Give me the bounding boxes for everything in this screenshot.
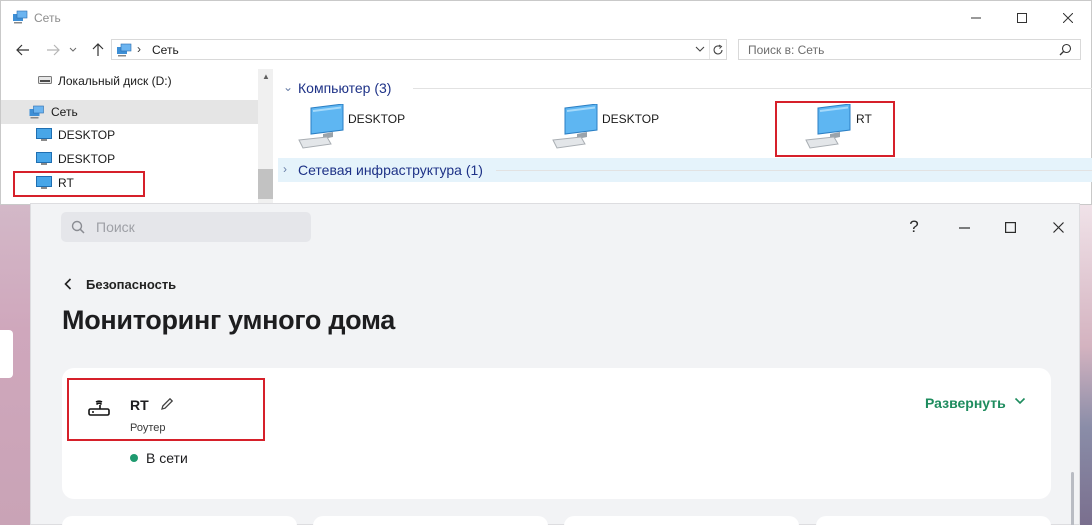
chevron-down-icon: ⌄ (283, 80, 294, 94)
scrollbar-thumb[interactable] (258, 169, 273, 199)
expand-label: Развернуть (925, 395, 1006, 411)
search-input[interactable]: Поиск (61, 212, 311, 242)
background-window-edge (0, 330, 13, 378)
group-header-infrastructure[interactable]: › Сетевая инфраструктура (1) (278, 158, 1092, 182)
group-header-computers[interactable]: ⌄ Компьютер (3) (278, 76, 1092, 100)
search-icon (1059, 43, 1072, 56)
computer-icon (552, 104, 598, 149)
close-icon (1063, 13, 1073, 23)
chevron-right-icon: › (283, 162, 287, 176)
scroll-up-icon[interactable]: ▲ (262, 72, 270, 81)
computer-icon (298, 104, 344, 149)
group-divider (413, 88, 1092, 89)
address-bar[interactable]: › Сеть (111, 39, 727, 60)
computer-icon (36, 152, 52, 165)
address-separator[interactable]: › (137, 42, 141, 56)
computer-item-desktop-2[interactable]: DESKTOP (551, 104, 671, 154)
help-button[interactable]: ? (899, 212, 929, 242)
chevron-down-icon (69, 47, 77, 52)
navigation-bar: › Сеть Поиск в: Сеть (1, 39, 1091, 61)
close-button[interactable] (1043, 212, 1073, 242)
tree-item-desktop-1[interactable]: DESKTOP (1, 123, 258, 147)
refresh-icon (713, 44, 723, 54)
address-path[interactable]: Сеть (152, 43, 179, 57)
computer-label: DESKTOP (348, 112, 406, 126)
group-label: Компьютер (3) (298, 80, 392, 96)
computer-item-desktop-1[interactable]: DESKTOP (297, 104, 417, 154)
network-icon (117, 43, 132, 57)
tree-item-desktop-2[interactable]: DESKTOP (1, 147, 258, 171)
security-app-window: Поиск ? Безопасность Мониторинг умного д… (30, 203, 1080, 525)
back-button[interactable] (11, 39, 35, 61)
group-divider (496, 170, 1092, 171)
feature-card[interactable] (313, 516, 548, 525)
drive-icon (38, 76, 52, 84)
network-icon (13, 10, 28, 24)
close-button[interactable] (1045, 1, 1091, 35)
app-scrollbar[interactable] (1071, 472, 1074, 525)
page-title: Мониторинг умного дома (62, 305, 396, 335)
maximize-icon (1017, 13, 1027, 23)
search-placeholder: Поиск (96, 219, 135, 235)
feature-card[interactable] (564, 516, 799, 525)
tree-item-label: DESKTOP (58, 152, 116, 166)
chevron-left-icon (64, 278, 72, 290)
minimize-icon (958, 226, 970, 229)
maximize-button[interactable] (999, 1, 1045, 35)
status-indicator (130, 454, 138, 462)
arrow-left-icon (16, 44, 29, 56)
minimize-button[interactable] (949, 212, 979, 242)
highlight-frame (775, 101, 895, 157)
minimize-icon (971, 17, 981, 19)
tree-scrollbar[interactable]: ▲ (258, 69, 273, 206)
arrow-right-icon (47, 44, 60, 56)
search-icon (71, 220, 85, 234)
tree-item-local-disk[interactable]: Локальный диск (D:) (1, 69, 258, 93)
computer-icon (36, 128, 52, 141)
explorer-titlebar[interactable]: Сеть (1, 1, 1091, 35)
breadcrumb-label[interactable]: Безопасность (86, 277, 176, 292)
minimize-button[interactable] (953, 1, 999, 35)
tree-item-network[interactable]: Сеть (1, 100, 258, 124)
refresh-button[interactable] (709, 40, 726, 59)
window-title: Сеть (34, 11, 61, 25)
desktop-background-right (1080, 200, 1092, 525)
highlight-frame (67, 378, 265, 441)
group-label: Сетевая инфраструктура (1) (298, 162, 483, 178)
maximize-button[interactable] (995, 212, 1025, 242)
computer-label: DESKTOP (602, 112, 660, 126)
recent-locations-button[interactable] (66, 39, 80, 61)
device-status: В сети (146, 450, 188, 466)
highlight-frame (13, 171, 145, 197)
network-icon (29, 105, 44, 119)
arrow-up-icon (92, 43, 104, 56)
search-placeholder: Поиск в: Сеть (748, 43, 825, 57)
search-input[interactable]: Поиск в: Сеть (738, 39, 1081, 60)
explorer-window: Сеть › Сеть Поиск в: Сеть Локальный диск… (0, 0, 1092, 206)
tree-item-label: Локальный диск (D:) (58, 74, 172, 88)
tree-item-label: DESKTOP (58, 128, 116, 142)
up-button[interactable] (86, 39, 110, 61)
feature-card[interactable] (62, 516, 297, 525)
feature-card[interactable] (816, 516, 1051, 525)
chevron-down-icon[interactable] (695, 43, 705, 55)
tree-item-label: Сеть (51, 105, 78, 119)
chevron-down-icon (1014, 397, 1026, 405)
close-icon (1052, 221, 1064, 233)
maximize-icon (1004, 221, 1016, 233)
forward-button[interactable] (41, 39, 65, 61)
